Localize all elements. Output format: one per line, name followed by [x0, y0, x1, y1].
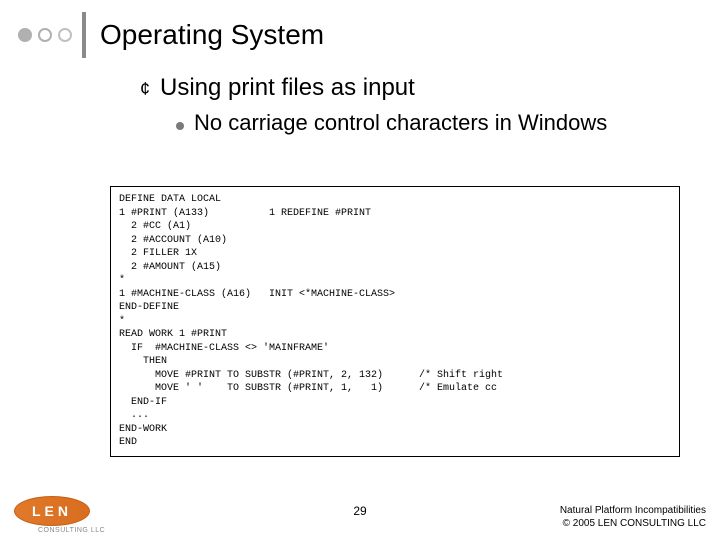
logo-badge-icon: LEN	[14, 496, 90, 526]
page-title: Operating System	[100, 19, 324, 51]
dot-icon	[38, 28, 52, 42]
footer-copyright: Natural Platform Incompatibilities © 200…	[560, 504, 706, 530]
bullet-marker-icon	[176, 122, 184, 130]
bullet-level2-text: No carriage control characters in Window…	[194, 109, 607, 137]
logo-letters: LEN	[32, 503, 72, 519]
vertical-rule-icon	[82, 12, 86, 58]
bullet-list: ¢ Using print files as input No carriage…	[140, 74, 680, 137]
bullet-marker-icon: ¢	[140, 75, 150, 103]
logo-subtext: CONSULTING LLC	[38, 527, 105, 534]
bullet-level1-text: Using print files as input	[160, 74, 415, 102]
decorative-dots	[18, 28, 72, 42]
title-row: Operating System	[18, 12, 324, 58]
bullet-level2: No carriage control characters in Window…	[176, 109, 680, 137]
footer-line2: © 2005 LEN CONSULTING LLC	[560, 517, 706, 530]
slide: Operating System ¢ Using print files as …	[0, 0, 720, 540]
dot-icon	[18, 28, 32, 42]
dot-icon	[58, 28, 72, 42]
logo: LEN	[14, 496, 90, 526]
bullet-level1: ¢ Using print files as input	[140, 74, 680, 103]
code-listing: DEFINE DATA LOCAL 1 #PRINT (A133) 1 REDE…	[110, 186, 680, 457]
footer-line1: Natural Platform Incompatibilities	[560, 504, 706, 517]
